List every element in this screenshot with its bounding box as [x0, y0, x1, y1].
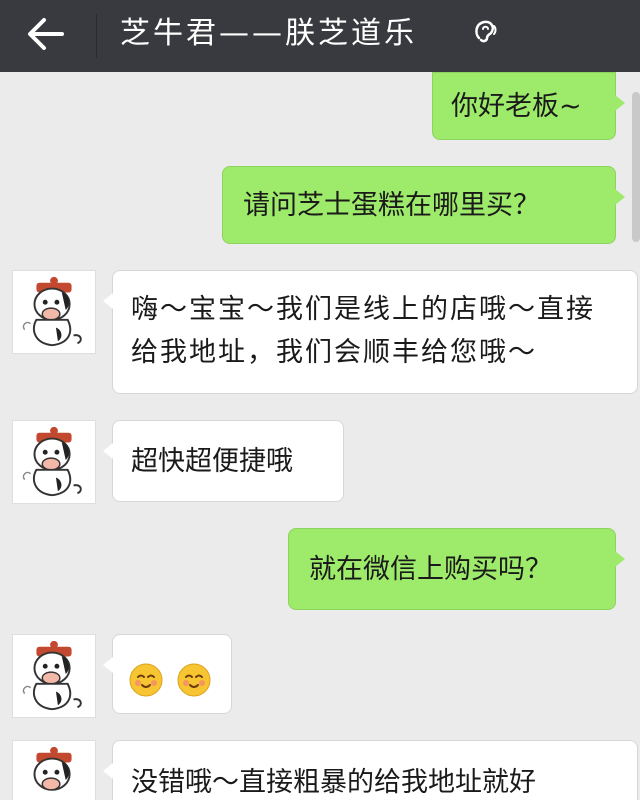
smiling-face-emoji-icon [177, 663, 211, 697]
arrow-left-icon [28, 18, 64, 50]
message-text: 没错哦～直接粗暴的给我地址就好 [131, 767, 536, 798]
chat-header: 芝牛君——朕芝道乐 [0, 0, 640, 72]
cow-mascot-icon [22, 640, 82, 711]
ear-icon [470, 16, 500, 46]
scrollbar[interactable] [632, 92, 640, 242]
avatar[interactable] [12, 634, 96, 718]
back-button[interactable] [18, 6, 76, 62]
message-bubble-outgoing[interactable]: 请问芝士蛋糕在哪里买？ [222, 166, 625, 244]
message-bubble-incoming[interactable]: 嗨～宝宝～我们是线上的店哦～直接给我地址，我们会顺丰给您哦～ [103, 270, 638, 394]
message-bubble-outgoing[interactable]: 就在微信上购买吗？ [288, 528, 625, 610]
cow-mascot-icon [33, 746, 72, 791]
message-bubble-incoming[interactable]: 超快超便捷哦 [103, 420, 344, 502]
cow-mascot-icon [22, 276, 82, 347]
avatar[interactable] [12, 420, 96, 504]
message-text: 你好老板~ [451, 91, 582, 122]
chat-title: 芝牛君——朕芝道乐 [120, 16, 417, 51]
message-bubble-outgoing[interactable]: 你好老板~ [432, 72, 625, 140]
smiling-face-emoji-icon [129, 663, 163, 697]
cow-mascot-icon [22, 426, 82, 497]
message-bubble-incoming[interactable]: 没错哦～直接粗暴的给我地址就好 [103, 740, 638, 800]
message-text: 请问芝士蛋糕在哪里买？ [243, 190, 540, 221]
message-text: 就在微信上购买吗？ [309, 554, 552, 585]
message-text: 超快超便捷哦 [131, 446, 293, 477]
avatar[interactable] [12, 740, 96, 800]
avatar[interactable] [12, 270, 96, 354]
message-bubble-incoming[interactable] [103, 634, 232, 714]
message-text: 嗨～宝宝～我们是线上的店哦～直接给我地址，我们会顺丰给您哦～ [131, 294, 595, 368]
header-divider [96, 14, 97, 58]
